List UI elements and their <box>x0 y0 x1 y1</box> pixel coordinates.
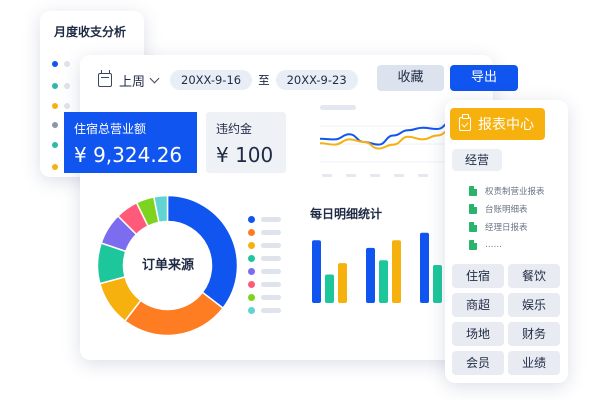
date-range-separator: 至 <box>258 73 270 87</box>
category-tab-business[interactable]: 经营 <box>452 149 502 171</box>
report-doc-item[interactable]: 经理日报表 <box>469 218 545 236</box>
clipboard-check-icon <box>459 114 471 131</box>
report-doc-label: 权责制营业报表 <box>485 187 545 197</box>
monthly-legend-dot <box>52 164 58 170</box>
report-center-card: 报表中心 经营 权责制营业报表 台账明细表 经理日报表 …… 住宿 餐饮 商超 … <box>445 100 568 383</box>
trend-title-placeholder <box>320 105 356 110</box>
monthly-legend-dot <box>52 142 58 148</box>
report-center-label: 报表中心 <box>478 117 534 133</box>
total-revenue-kpi[interactable]: 住宿总营业额 ¥ 9,324.26 <box>64 112 197 173</box>
daily-bar-g1-s1[interactable] <box>379 260 388 303</box>
report-category-dining[interactable]: 餐饮 <box>508 264 560 288</box>
report-category-entertainment[interactable]: 娱乐 <box>508 293 560 317</box>
report-doc-label: 台账明细表 <box>485 205 528 215</box>
dashboard-stage: 月度收支分析 上周 20XX-9-16 至 20XX-9-23 收藏 导出 住宿… <box>0 0 612 400</box>
legend-label-placeholder <box>261 230 281 235</box>
export-button[interactable]: 导出 <box>450 65 518 91</box>
penalty-label: 违约金 <box>216 122 253 136</box>
report-category-finance[interactable]: 财务 <box>508 322 560 346</box>
monthly-legend-dot <box>52 61 58 67</box>
monthly-analysis-title: 月度收支分析 <box>54 25 127 39</box>
monthly-legend-bar <box>64 103 70 109</box>
legend-color-dot <box>248 307 255 314</box>
collect-button[interactable]: 收藏 <box>377 65 444 91</box>
report-category-members[interactable]: 会员 <box>452 351 504 375</box>
calendar-icon[interactable] <box>98 70 112 87</box>
document-icon <box>469 186 477 196</box>
legend-color-dot <box>248 281 255 288</box>
legend-color-dot <box>248 268 255 275</box>
monthly-legend-dot <box>52 103 58 109</box>
legend-label-placeholder <box>261 308 281 313</box>
report-center-button[interactable]: 报表中心 <box>450 108 545 140</box>
daily-bar-g0-s2[interactable] <box>338 263 347 303</box>
report-doc-item[interactable]: …… <box>469 236 545 254</box>
monthly-legend-dot <box>52 122 58 128</box>
date-to-input[interactable]: 20XX-9-23 <box>275 70 358 90</box>
trend-line-chart <box>319 105 453 177</box>
document-icon <box>469 222 477 232</box>
report-doc-label: …… <box>485 240 502 250</box>
monthly-legend-bar <box>64 83 70 89</box>
daily-bar-chart <box>312 232 448 304</box>
legend-label-placeholder <box>261 217 281 222</box>
date-from-input[interactable]: 20XX-9-16 <box>170 70 253 90</box>
legend-label-placeholder <box>261 243 281 248</box>
legend-label-placeholder <box>261 269 281 274</box>
daily-bar-g2-s1[interactable] <box>433 265 442 303</box>
legend-label-placeholder <box>261 256 281 261</box>
legend-color-dot <box>248 294 255 301</box>
penalty-value: ¥ 100 <box>216 143 274 167</box>
legend-label-placeholder <box>261 282 281 287</box>
report-category-venue[interactable]: 场地 <box>452 322 504 346</box>
date-filter-toolbar: 上周 20XX-9-16 至 20XX-9-23 <box>98 69 358 91</box>
penalty-kpi[interactable]: 违约金 ¥ 100 <box>206 112 286 173</box>
monthly-legend-dot <box>52 83 58 89</box>
main-dashboard-card: 上周 20XX-9-16 至 20XX-9-23 收藏 导出 住宿总营业额 ¥ … <box>64 55 518 360</box>
report-doc-label: 经理日报表 <box>485 223 528 233</box>
legend-label-placeholder <box>261 295 281 300</box>
report-doc-item[interactable]: 台账明细表 <box>469 200 545 218</box>
report-category-retail[interactable]: 商超 <box>452 293 504 317</box>
document-icon <box>469 204 477 214</box>
report-category-performance[interactable]: 业绩 <box>508 351 560 375</box>
daily-bar-g2-s0[interactable] <box>420 232 429 303</box>
daily-bar-g1-s2[interactable] <box>392 240 401 303</box>
report-doc-list: 权责制营业报表 台账明细表 经理日报表 …… <box>469 182 545 254</box>
trend-series-0 <box>319 120 453 146</box>
total-revenue-label: 住宿总营业额 <box>74 122 147 136</box>
total-revenue-value: ¥ 9,324.26 <box>74 143 183 167</box>
legend-color-dot <box>248 242 255 249</box>
donut-slice-0[interactable] <box>166 194 239 310</box>
document-icon <box>469 240 477 250</box>
period-select-label[interactable]: 上周 <box>119 71 145 90</box>
legend-color-dot <box>248 255 255 262</box>
legend-color-dot <box>248 216 255 223</box>
legend-color-dot <box>248 229 255 236</box>
order-source-label: 订单来源 <box>141 258 194 273</box>
daily-bar-g0-s0[interactable] <box>312 240 321 303</box>
report-doc-item[interactable]: 权责制营业报表 <box>469 182 545 200</box>
daily-bar-g1-s0[interactable] <box>366 247 375 303</box>
daily-bar-g0-s1[interactable] <box>325 274 334 304</box>
monthly-legend-bar <box>64 61 70 67</box>
daily-stats-title: 每日明细统计 <box>310 207 383 221</box>
report-category-lodging[interactable]: 住宿 <box>452 264 504 288</box>
chevron-down-icon[interactable] <box>149 73 160 83</box>
